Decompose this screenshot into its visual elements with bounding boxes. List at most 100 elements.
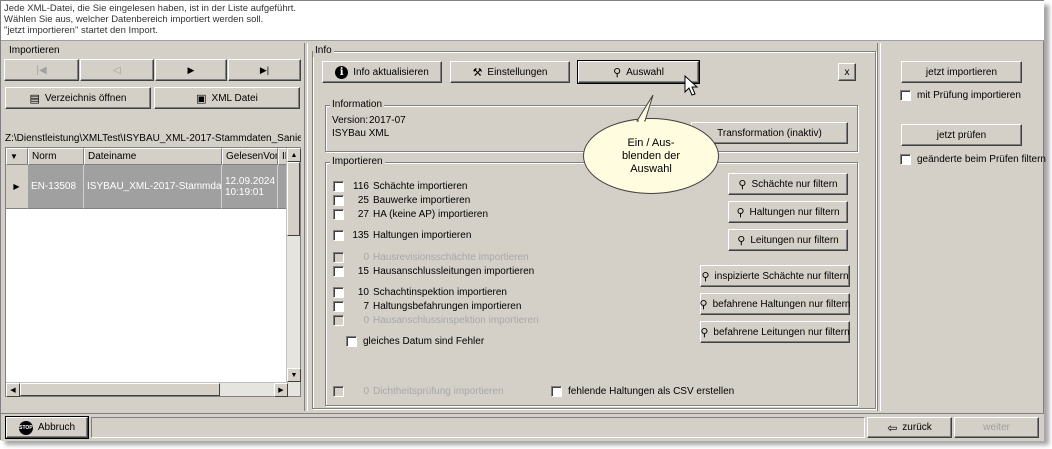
checkbox[interactable]	[333, 301, 344, 312]
checkbox[interactable]	[551, 386, 562, 397]
checkbox[interactable]	[900, 90, 911, 101]
filter-inspected-schaechte-button[interactable]: ⚲ inspizierte Schächte nur filtern	[700, 265, 850, 287]
table-row-file[interactable]: ISYBAU_XML-2017-Stammda...	[84, 165, 222, 209]
check-label: mit Prüfung importieren	[917, 90, 1021, 101]
checkbox[interactable]	[333, 195, 344, 206]
nav-last-button[interactable]: ▶|	[228, 59, 301, 81]
hint-line: Wählen Sie aus, welcher Datenbereich imp…	[4, 14, 264, 25]
next-label: weiter	[983, 422, 1010, 433]
abort-label: Abbruch	[37, 422, 76, 433]
scroll-right-icon[interactable]: ▶	[274, 383, 288, 397]
scroll-down-icon[interactable]: ▼	[287, 368, 301, 382]
checkbox[interactable]	[900, 154, 911, 165]
arrow-left-icon: ⇦	[887, 420, 898, 435]
check-bauwerke[interactable]: 25 Bauwerke importieren	[333, 194, 470, 207]
filter-icon: ⚲	[736, 206, 745, 219]
filter-schaechte-button[interactable]: ⚲ Schächte nur filtern	[728, 173, 848, 195]
check-missing-csv[interactable]: fehlende Haltungen als CSV erstellen	[551, 385, 734, 398]
status-panel	[91, 417, 865, 438]
info-icon: i	[335, 65, 349, 79]
check-dichtheitspruefung: 0 Dichtheitsprüfung importieren	[333, 385, 504, 398]
check-ha[interactable]: 27 HA (keine AP) importieren	[333, 208, 488, 221]
help-callout: Ein / Aus- blenden der Auswahl	[583, 118, 719, 194]
check-label: gleiches Datum sind Fehler	[363, 336, 485, 347]
scroll-up-icon[interactable]: ▲	[287, 148, 301, 162]
check-label: geänderte beim Prüfen filtern	[917, 154, 1046, 165]
status-bar: STOP Abbruch ⇦ zurück weiter	[1, 413, 1044, 441]
check-haltungsbefahrungen[interactable]: 7 Haltungsbefahrungen importieren	[333, 300, 521, 313]
count-value: 27	[357, 209, 369, 220]
next-button[interactable]: weiter	[954, 417, 1039, 438]
settings-button[interactable]: ⚒ Einstellungen	[450, 61, 570, 83]
filter-haltungen-button[interactable]: ⚲ Haltungen nur filtern	[728, 201, 848, 223]
count-value: 116	[353, 181, 369, 192]
vertical-scrollbar[interactable]: ▲ ▼	[286, 148, 301, 396]
filter-leitungen-button[interactable]: ⚲ Leitungen nur filtern	[728, 229, 848, 251]
column-header-norm[interactable]: Norm	[28, 148, 84, 165]
abort-button[interactable]: STOP Abbruch	[5, 416, 89, 439]
check-haltungen[interactable]: 135 Haltungen importieren	[333, 229, 471, 242]
xml-file-button[interactable]: ▣ XML Datei	[154, 87, 300, 109]
transformation-label: Transformation (inaktiv)	[717, 127, 822, 139]
version-value: 2017-07	[369, 115, 406, 126]
checkbox[interactable]	[333, 181, 344, 192]
import-now-label: jetzt importieren	[925, 66, 998, 78]
count-value: 15	[357, 266, 369, 277]
format-value: ISYBau XML	[332, 128, 390, 139]
table-row-date[interactable]: 12.09.2024 10:19:01	[222, 165, 278, 209]
scroll-thumb[interactable]	[287, 162, 300, 236]
hint-line: "jetzt importieren" startet den Import.	[4, 25, 159, 36]
transformation-button[interactable]: Transformation (inaktiv)	[691, 122, 848, 144]
column-header-gelesenvon[interactable]: GelesenVon	[222, 148, 278, 165]
check-schaechte[interactable]: 116 Schächte importieren	[333, 180, 468, 193]
splitter-right[interactable]	[877, 43, 881, 411]
checkbox[interactable]	[333, 209, 344, 220]
close-info-button[interactable]: x	[838, 63, 856, 81]
import-panel-label: Importieren	[7, 45, 62, 57]
check-same-date-errors[interactable]: gleiches Datum sind Fehler	[346, 335, 484, 348]
refresh-info-button[interactable]: i Info aktualisieren	[322, 61, 442, 83]
open-directory-button[interactable]: ▤ Verzeichnis öffnen	[5, 87, 151, 109]
filter-driven-haltungen-button[interactable]: ⚲ befahrene Haltungen nur filtern	[700, 293, 850, 315]
information-group-label: Information	[330, 99, 385, 111]
check-filter-changed[interactable]: geänderte beim Prüfen filtern	[900, 153, 1046, 166]
horizontal-scrollbar[interactable]: ◀ ▶	[6, 382, 288, 397]
callout-line: blenden der	[621, 149, 681, 162]
checkbox[interactable]	[346, 336, 357, 347]
filter-driven-leitungen-button[interactable]: ⚲ befahrene Leitungen nur filtern	[700, 321, 850, 343]
nav-prev-button[interactable]: ◁	[80, 59, 154, 81]
back-button[interactable]: ⇦ zurück	[867, 417, 952, 438]
current-row-icon: ▶	[13, 182, 20, 191]
checkbox[interactable]	[333, 266, 344, 277]
hint-area: Jede XML-Datei, die Sie eingelesen haben…	[1, 1, 1044, 41]
checkbox[interactable]	[333, 230, 344, 241]
row-indicator[interactable]: ▶	[6, 165, 28, 209]
splitter-left[interactable]	[304, 43, 308, 411]
filter-icon: ⚲	[737, 234, 746, 247]
check-label: Schächte importieren	[373, 181, 468, 192]
settings-label: Einstellungen	[487, 66, 548, 78]
import-window: Jede XML-Datei, die Sie eingelesen haben…	[0, 0, 1046, 441]
table-row-norm[interactable]: EN-13508	[28, 165, 84, 209]
nav-first-button[interactable]: |◀	[4, 59, 79, 81]
import-now-button[interactable]: jetzt importieren	[901, 61, 1022, 83]
count-value: 0	[363, 252, 369, 263]
selection-button[interactable]: ⚲ Auswahl	[577, 60, 700, 84]
checkbox[interactable]	[333, 287, 344, 298]
check-hausanschlussleitungen[interactable]: 15 Hausanschlussleitungen importieren	[333, 265, 534, 278]
dropdown-icon: ▼	[10, 152, 18, 161]
nav-next-button[interactable]: ▶	[155, 59, 227, 81]
filter-icon: ⚲	[738, 178, 747, 191]
column-header-dateiname[interactable]: Dateiname	[84, 148, 222, 165]
check-import-with-check[interactable]: mit Prüfung importieren	[900, 89, 1021, 102]
check-now-button[interactable]: jetzt prüfen	[901, 124, 1022, 146]
stop-icon: STOP	[18, 420, 33, 435]
h-scroll-thumb[interactable]	[20, 383, 220, 396]
last-icon: ▶|	[259, 64, 270, 75]
filter-label: Leitungen nur filtern	[750, 234, 839, 246]
check-label: Hausanschlussinspektion importieren	[373, 315, 539, 326]
check-schachtinspektion[interactable]: 10 Schachtinspektion importieren	[333, 286, 507, 299]
scroll-left-icon[interactable]: ◀	[6, 383, 20, 397]
file-grid: ▼ Norm Dateiname GelesenVon ID ▶ EN-1350…	[5, 147, 301, 397]
count-value: 0	[363, 315, 369, 326]
